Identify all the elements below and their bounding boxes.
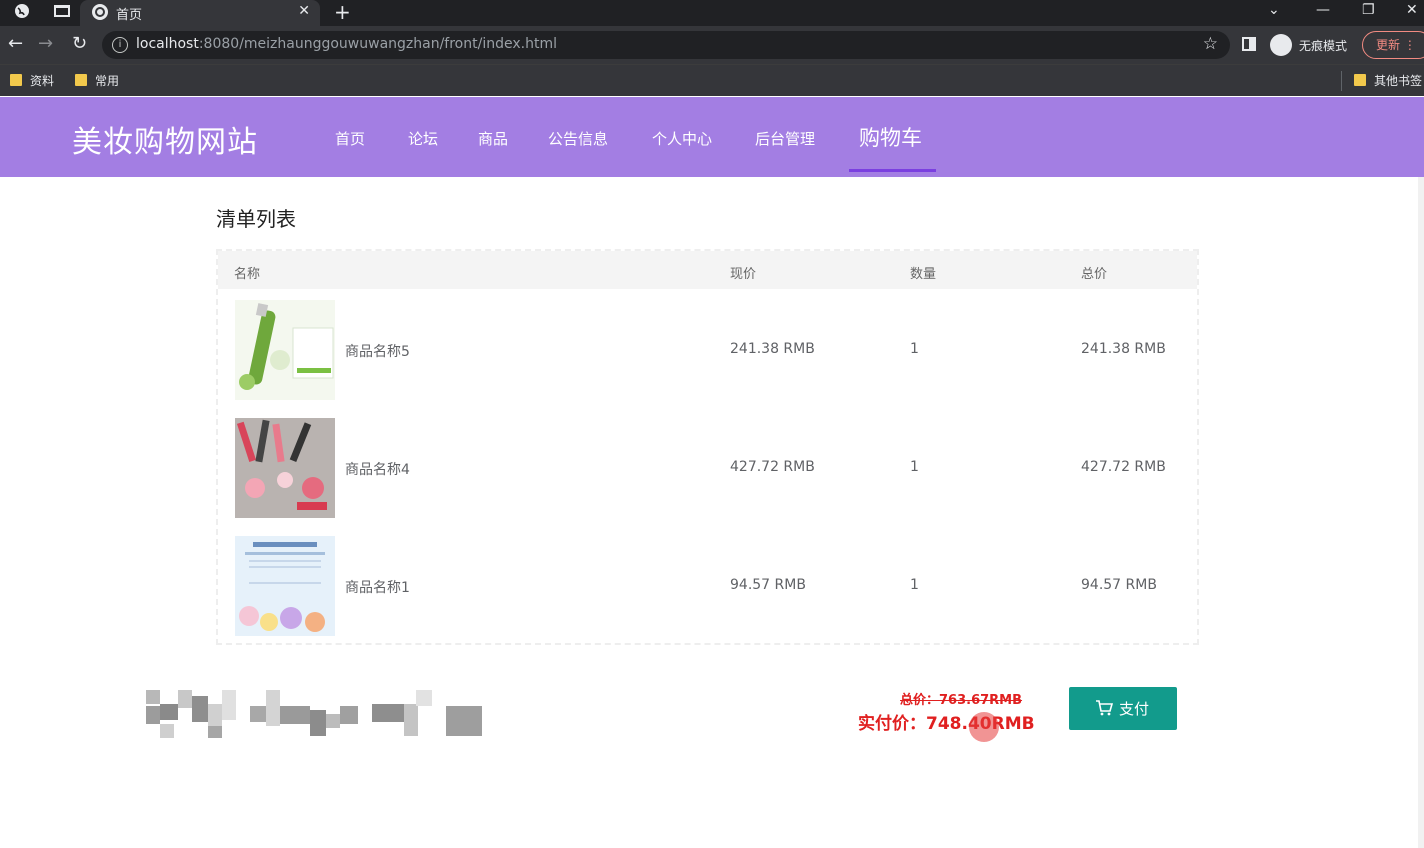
url-text[interactable]: localhost:8080/meizhaunggouwuwangzhan/fr… bbox=[136, 36, 557, 52]
bookmarks-bar: 资料 常用 其他书签 bbox=[0, 64, 1424, 96]
product-total: 241.38 RMB bbox=[1081, 341, 1166, 357]
product-qty: 1 bbox=[910, 577, 919, 593]
original-total-price: 总价：763.67RMB bbox=[900, 693, 1023, 708]
tab-search-icon[interactable] bbox=[52, 3, 72, 23]
close-tab-icon[interactable]: ✕ bbox=[298, 3, 310, 19]
pay-button[interactable]: 支付 bbox=[1069, 687, 1177, 730]
nav-personal-center[interactable]: 个人中心 bbox=[652, 128, 712, 149]
nav-announcements[interactable]: 公告信息 bbox=[548, 128, 608, 149]
incognito-label: 无痕模式 bbox=[1299, 39, 1348, 53]
actual-total-price: 实付价：748.40RMB bbox=[858, 714, 1035, 734]
table-header: 名称 现价 数量 总价 bbox=[218, 251, 1197, 289]
url-path: :8080/meizhaunggouwuwangzhan/front/index… bbox=[198, 36, 557, 52]
pixelated-watermark bbox=[146, 690, 482, 740]
tab-home[interactable]: 首页 ✕ bbox=[80, 0, 320, 26]
product-image[interactable] bbox=[235, 536, 335, 636]
product-name[interactable]: 商品名称1 bbox=[345, 577, 410, 597]
product-image[interactable] bbox=[235, 300, 335, 400]
table-row: 商品名称1 94.57 RMB 1 94.57 RMB bbox=[218, 526, 1197, 644]
bookmark-folder-label: 资料 bbox=[30, 74, 55, 88]
browser-menu-globe-icon[interactable] bbox=[12, 3, 32, 23]
other-bookmarks-label: 其他书签 bbox=[1374, 74, 1423, 88]
bookmark-folder-label: 常用 bbox=[95, 74, 120, 88]
close-window-icon[interactable]: ✕ bbox=[1406, 2, 1418, 18]
site-title[interactable]: 美妆购物网站 bbox=[72, 117, 258, 161]
address-bar[interactable]: i localhost:8080/meizhaunggouwuwangzhan/… bbox=[102, 31, 1230, 59]
page-scrollbar[interactable] bbox=[1418, 177, 1424, 848]
new-tab-button[interactable]: + bbox=[334, 0, 351, 24]
site-header: 美妆购物网站 首页 论坛 商品 公告信息 个人中心 后台管理 购物车 bbox=[0, 97, 1424, 177]
back-arrow-icon[interactable]: ← bbox=[8, 34, 23, 54]
nav-home[interactable]: 首页 bbox=[335, 128, 365, 149]
product-name[interactable]: 商品名称4 bbox=[345, 459, 410, 479]
folder-icon bbox=[75, 74, 87, 86]
product-total: 427.72 RMB bbox=[1081, 459, 1166, 475]
product-total: 94.57 RMB bbox=[1081, 577, 1157, 593]
other-bookmarks[interactable]: 其他书签 bbox=[1354, 72, 1422, 89]
bookmark-folder-2[interactable]: 常用 bbox=[75, 72, 119, 89]
header-qty: 数量 bbox=[910, 267, 937, 282]
nav-cart[interactable]: 购物车 bbox=[859, 122, 922, 152]
product-name[interactable]: 商品名称5 bbox=[345, 341, 410, 361]
product-image[interactable] bbox=[235, 418, 335, 518]
header-total: 总价 bbox=[1081, 267, 1108, 282]
shopping-cart-icon bbox=[1096, 700, 1113, 716]
minimize-icon[interactable]: — bbox=[1316, 2, 1330, 18]
browser-tab-strip: 首页 ✕ + ⌄ — ❐ ✕ bbox=[0, 0, 1424, 26]
url-host: localhost bbox=[136, 36, 199, 52]
restore-icon[interactable]: ❐ bbox=[1362, 2, 1375, 18]
globe-icon bbox=[92, 4, 108, 20]
cart-table: 名称 现价 数量 总价 商品名称5 241.38 RMB 1 241.38 RM… bbox=[216, 249, 1199, 645]
table-row: 商品名称5 241.38 RMB 1 241.38 RMB bbox=[218, 290, 1197, 408]
product-price: 427.72 RMB bbox=[730, 459, 815, 475]
folder-icon bbox=[10, 74, 22, 86]
pay-label: 支付 bbox=[1119, 700, 1150, 718]
forward-arrow-icon[interactable]: → bbox=[38, 34, 53, 54]
update-label: 更新 bbox=[1376, 38, 1401, 52]
nav-forum[interactable]: 论坛 bbox=[408, 128, 438, 149]
bookmark-folder-1[interactable]: 资料 bbox=[10, 72, 54, 89]
reload-icon[interactable]: ↻ bbox=[72, 34, 87, 54]
header-name: 名称 bbox=[234, 267, 261, 282]
product-qty: 1 bbox=[910, 459, 919, 475]
incognito-icon[interactable] bbox=[1270, 34, 1292, 56]
bookmark-star-icon[interactable]: ☆ bbox=[1203, 34, 1218, 54]
tab-title: 首页 bbox=[116, 8, 143, 23]
header-price: 现价 bbox=[730, 267, 757, 282]
active-nav-underline bbox=[849, 169, 936, 172]
product-qty: 1 bbox=[910, 341, 919, 357]
folder-icon bbox=[1354, 74, 1366, 86]
side-panel-icon[interactable] bbox=[1242, 37, 1256, 51]
nav-admin[interactable]: 后台管理 bbox=[755, 128, 815, 149]
site-info-icon[interactable]: i bbox=[112, 37, 128, 53]
product-price: 94.57 RMB bbox=[730, 577, 806, 593]
mouse-cursor-highlight bbox=[969, 712, 999, 742]
update-button[interactable]: 更新 ⋮ bbox=[1362, 31, 1424, 59]
bookmarks-divider bbox=[1341, 71, 1342, 91]
product-price: 241.38 RMB bbox=[730, 341, 815, 357]
nav-products[interactable]: 商品 bbox=[478, 128, 508, 149]
address-toolbar: ← → ↻ i localhost:8080/meizhaunggouwuwan… bbox=[0, 26, 1424, 64]
tab-list-chevron-icon[interactable]: ⌄ bbox=[1268, 2, 1280, 18]
section-title: 清单列表 bbox=[216, 207, 296, 231]
table-row: 商品名称4 427.72 RMB 1 427.72 RMB bbox=[218, 408, 1197, 526]
